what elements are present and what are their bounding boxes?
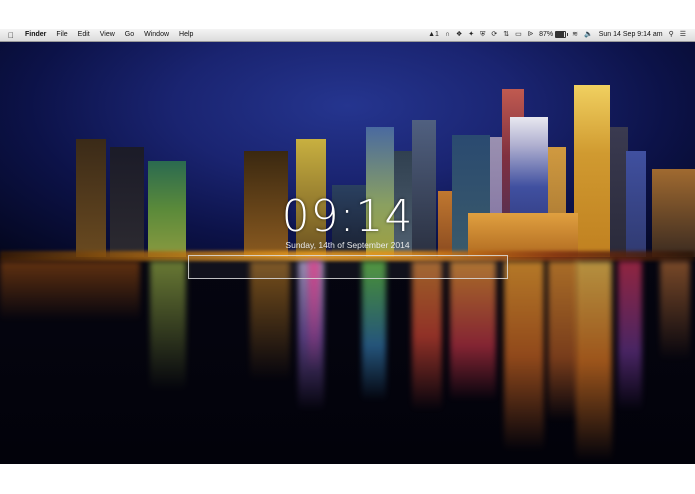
menu-bar:  Finder File Edit View Go Window Help ▲… <box>0 29 695 42</box>
menu-help[interactable]: Help <box>174 29 198 41</box>
evernote-icon[interactable]: ✦ <box>465 29 477 41</box>
apple-menu-icon[interactable]:  <box>2 31 20 40</box>
reflection <box>450 261 496 401</box>
menu-view[interactable]: View <box>95 29 120 41</box>
menu-bar-left:  Finder File Edit View Go Window Help <box>0 29 198 41</box>
wifi-icon[interactable]: ≋ <box>569 29 581 41</box>
airplay-icon[interactable]: ▭ <box>512 29 525 41</box>
reflection <box>576 261 612 461</box>
menu-bar-status: ▲1 ∩ ❖ ✦ ⛨ ⟳ ⇅ ▭ ᐉ 87% ≋ 🔈 Sun 14 Sep 9:… <box>425 29 695 41</box>
menu-window[interactable]: Window <box>139 29 174 41</box>
reflection <box>150 261 186 391</box>
battery-status[interactable]: 87% <box>536 29 569 41</box>
sync-icon[interactable]: ⟳ <box>488 29 500 41</box>
horseshoe-icon[interactable]: ∩ <box>442 29 453 41</box>
reflection <box>412 261 442 411</box>
reflection <box>0 261 140 321</box>
dropbox-icon[interactable]: ❖ <box>453 29 465 41</box>
spotlight-search-icon[interactable]: ⚲ <box>666 29 677 41</box>
battery-percent: 87% <box>539 31 554 38</box>
desktop-screen:  Finder File Edit View Go Window Help ▲… <box>0 29 695 464</box>
menu-clock[interactable]: Sun 14 Sep 9:14 am <box>596 29 666 41</box>
shield-icon[interactable]: ⛨ <box>477 29 488 41</box>
battery-icon <box>555 30 569 38</box>
menu-finder[interactable]: Finder <box>20 29 51 41</box>
notification-count: 1 <box>435 31 439 38</box>
reflection <box>504 261 544 451</box>
notification-center-icon[interactable]: ☰ <box>677 29 689 41</box>
adobe-icon[interactable]: ▲1 <box>425 29 442 41</box>
reflection <box>362 261 386 401</box>
clock-time: 09:14 <box>281 191 414 242</box>
reflection <box>548 261 578 421</box>
network-activity-icon[interactable]: ⇅ <box>500 29 512 41</box>
clock-input-box[interactable] <box>188 255 508 279</box>
battery-fill <box>556 31 564 37</box>
clock-date: Sunday, 14th of September 2014 <box>285 240 410 250</box>
reflection <box>250 261 290 381</box>
reflection <box>618 261 642 411</box>
menu-file[interactable]: File <box>51 29 72 41</box>
menu-edit[interactable]: Edit <box>73 29 95 41</box>
menu-go[interactable]: Go <box>120 29 139 41</box>
bluetooth-icon[interactable]: ᐉ <box>525 29 536 41</box>
volume-icon[interactable]: 🔈 <box>581 29 596 41</box>
reflection <box>660 261 690 361</box>
